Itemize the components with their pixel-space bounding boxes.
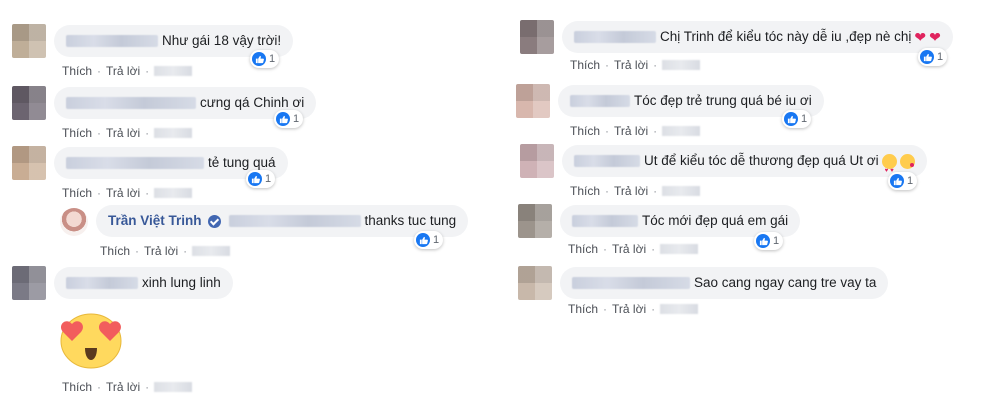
reply-link[interactable]: Trả lời: [612, 302, 646, 316]
blurred-timestamp[interactable]: [154, 188, 193, 198]
reaction-badge[interactable]: 1: [888, 172, 918, 190]
comment-actions: Thích · Trả lời ·: [570, 124, 701, 138]
like-link[interactable]: Thích: [62, 380, 92, 394]
reaction-count: 1: [265, 173, 272, 185]
avatar[interactable]: [516, 84, 550, 118]
blurred-mention[interactable]: [228, 215, 361, 227]
avatar[interactable]: [12, 86, 46, 120]
reaction-badge[interactable]: 1: [246, 170, 276, 188]
avatar[interactable]: [518, 204, 552, 238]
blurred-timestamp[interactable]: [662, 60, 701, 70]
comment-actions: Thích · Trả lời ·: [62, 64, 193, 78]
blurred-name[interactable]: [66, 277, 138, 289]
reaction-count: 1: [773, 235, 780, 247]
comment-bubble: Ut để kiểu tóc dễ thương đẹp quá Ut ơi: [562, 145, 927, 187]
comment-actions: Thích · Trả lời ·: [100, 244, 231, 258]
reaction-count: 1: [293, 113, 300, 125]
reaction-badge[interactable]: 1: [754, 232, 784, 250]
blurred-name[interactable]: [66, 97, 196, 109]
blurred-timestamp[interactable]: [660, 304, 699, 314]
reaction-count: 1: [937, 51, 944, 63]
verified-icon: [207, 214, 221, 228]
comment-text: Sao cang ngay cang tre vay ta: [694, 275, 877, 290]
comment-actions: Thích · Trả lời ·: [62, 380, 193, 394]
reply-link[interactable]: Trả lời: [106, 186, 140, 200]
like-icon: [784, 112, 798, 126]
blurred-name[interactable]: [574, 31, 656, 43]
comment-text: xinh lung linh: [142, 275, 221, 290]
blurred-timestamp[interactable]: [660, 244, 699, 254]
comment-actions: Thích · Trả lời ·: [62, 126, 193, 140]
comment-bubble: Sao cang ngay cang tre vay ta: [560, 267, 889, 299]
avatar[interactable]: [520, 144, 554, 178]
blurred-timestamp[interactable]: [154, 128, 193, 138]
reply-link[interactable]: Trả lời: [106, 380, 140, 394]
blurred-timestamp[interactable]: [662, 186, 701, 196]
reaction-badge[interactable]: 1: [782, 110, 812, 128]
author-name[interactable]: Trần Việt Trinh: [108, 205, 202, 237]
avatar[interactable]: [518, 266, 552, 300]
blurred-name[interactable]: [572, 215, 638, 227]
reaction-badge[interactable]: 1: [414, 231, 444, 249]
like-link[interactable]: Thích: [570, 124, 600, 138]
comment-bubble: Chị Trinh để kiểu tóc này dễ iu ,đẹp nè …: [562, 21, 953, 53]
like-link[interactable]: Thích: [62, 64, 92, 78]
blurred-name[interactable]: [570, 95, 630, 107]
like-link[interactable]: Thích: [570, 184, 600, 198]
avatar[interactable]: [520, 20, 554, 54]
reaction-count: 1: [269, 53, 276, 65]
blurred-timestamp[interactable]: [154, 382, 193, 392]
comment-text: Ut để kiểu tóc dễ thương đẹp quá Ut ơi: [644, 153, 879, 168]
like-link[interactable]: Thích: [570, 58, 600, 72]
comment-actions: Thích · Trả lời ·: [62, 186, 193, 200]
like-icon: [252, 52, 266, 66]
blurred-name[interactable]: [66, 35, 158, 47]
blurred-name[interactable]: [66, 157, 204, 169]
heart-eyes-emoji: [60, 313, 122, 369]
blurred-name[interactable]: [572, 277, 690, 289]
like-icon: [920, 50, 934, 64]
reply-link[interactable]: Trả lời: [106, 126, 140, 140]
like-link[interactable]: Thích: [62, 186, 92, 200]
avatar[interactable]: [60, 208, 88, 236]
reply-link[interactable]: Trả lời: [614, 58, 648, 72]
like-link[interactable]: Thích: [100, 244, 130, 258]
blurred-timestamp[interactable]: [662, 126, 701, 136]
like-icon: [276, 112, 290, 126]
reaction-badge[interactable]: 1: [274, 110, 304, 128]
reply-link[interactable]: Trả lời: [612, 242, 646, 256]
like-link[interactable]: Thích: [568, 302, 598, 316]
heart-eyes-icon: [881, 153, 897, 187]
comment-bubble: Trần Việt Trinh thanks tuc tung: [96, 205, 469, 237]
comment-bubble: xinh lung linh: [54, 267, 233, 299]
avatar[interactable]: [12, 266, 46, 300]
reaction-count: 1: [433, 234, 440, 246]
like-icon: [416, 233, 430, 247]
like-icon: [756, 234, 770, 248]
like-icon: [248, 172, 262, 186]
comment-actions: Thích · Trả lời ·: [568, 242, 699, 256]
comment-actions: Thích · Trả lời ·: [570, 184, 701, 198]
reply-link[interactable]: Trả lời: [106, 64, 140, 78]
reply-link[interactable]: Trả lời: [144, 244, 178, 258]
like-icon: [890, 174, 904, 188]
comment-text: Chị Trinh để kiểu tóc này dễ iu ,đẹp nè …: [660, 29, 912, 44]
like-link[interactable]: Thích: [62, 126, 92, 140]
comment-text: thanks tuc tung: [364, 213, 457, 228]
blurred-timestamp[interactable]: [154, 66, 193, 76]
avatar[interactable]: [12, 146, 46, 180]
blurred-timestamp[interactable]: [192, 246, 231, 256]
blurred-name[interactable]: [574, 155, 640, 167]
reaction-count: 1: [801, 113, 808, 125]
reaction-badge[interactable]: 1: [250, 50, 280, 68]
reaction-count: 1: [907, 175, 914, 187]
comment-actions: Thích · Trả lời ·: [568, 302, 699, 316]
kiss-icon: [899, 153, 915, 169]
comment-actions: Thích · Trả lời ·: [570, 58, 701, 72]
reply-link[interactable]: Trả lời: [614, 184, 648, 198]
reaction-badge[interactable]: 1: [918, 48, 948, 66]
avatar[interactable]: [12, 24, 46, 58]
reply-link[interactable]: Trả lời: [614, 124, 648, 138]
like-link[interactable]: Thích: [568, 242, 598, 256]
